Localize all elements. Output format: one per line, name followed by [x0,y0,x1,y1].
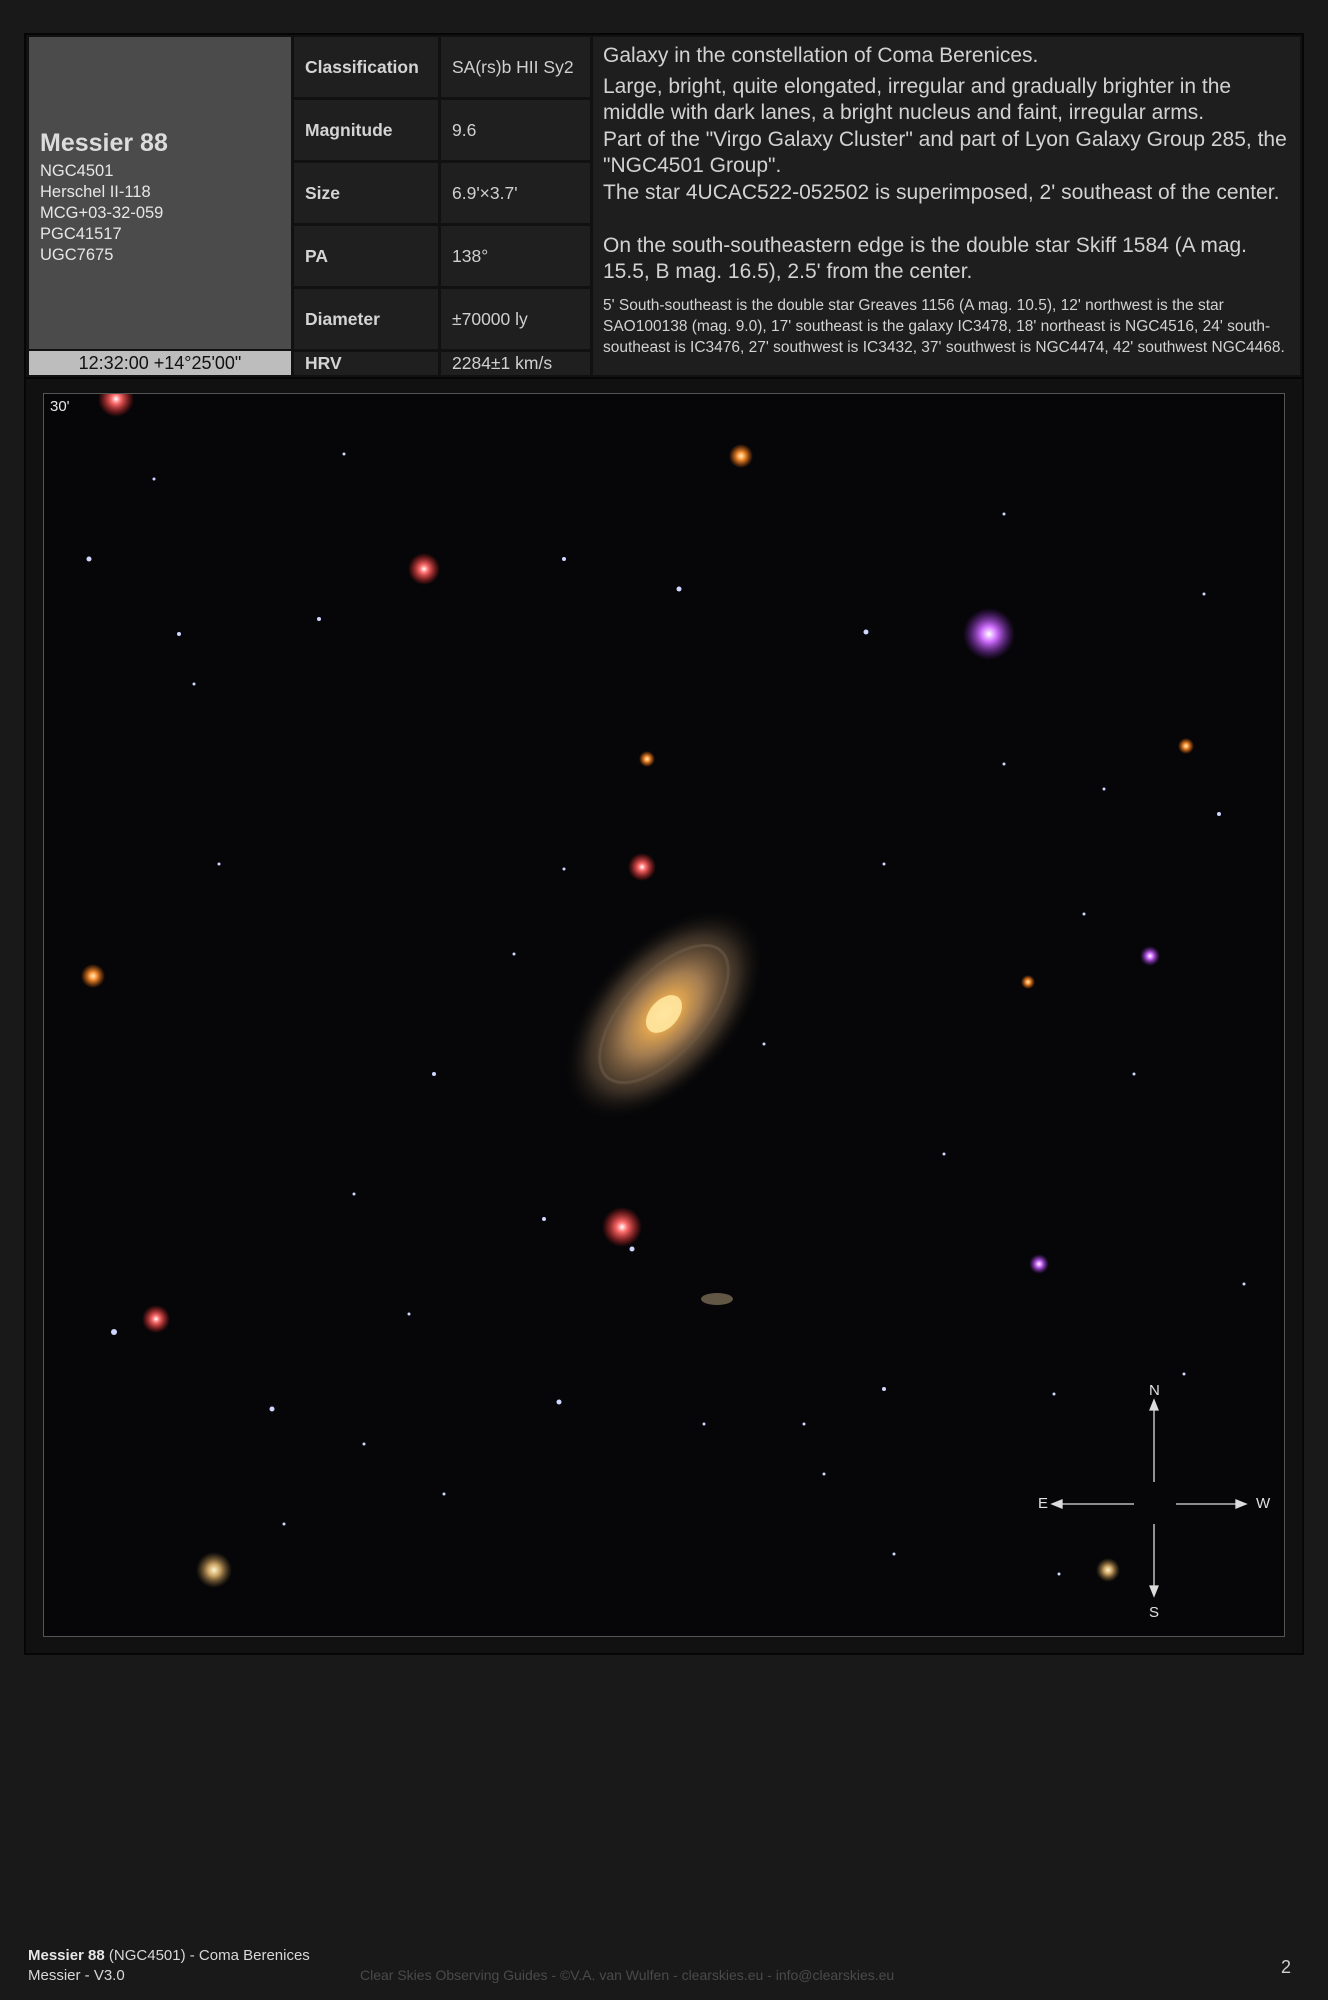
designation: Herschel II-118 [40,183,151,201]
object-name: Messier 88 [40,129,168,157]
description-line: The star 4UCAC522-052502 is superimposed… [603,181,1280,204]
page-number: 2 [1281,1957,1292,1977]
param-value: 6.9'×3.7' [441,163,590,223]
designation: PGC41517 [40,225,122,243]
galaxy-photo: 30' N S E W [43,393,1285,1637]
param-row-size: Size 6.9'×3.7' [294,163,590,223]
param-row-hrv: HRV 2284±1 km/s [294,352,590,375]
footer-series: Messier - V3.0 [28,1967,125,1984]
compass-rose [1050,1398,1248,1598]
param-label: Magnitude [294,100,438,160]
compass-east-label: E [1038,1495,1049,1512]
param-row-diameter: Diameter ±70000 ly [294,289,590,349]
footer-credit: Clear Skies Observing Guides - ©V.A. van… [360,1967,895,1983]
param-value: ±70000 ly [441,289,590,349]
star-field [81,394,1248,1598]
param-label: Diameter [294,289,438,349]
param-value: 138° [441,226,590,286]
observing-card: Messier 88 NGC4501 Herschel II-118 MCG+0… [24,33,1304,1655]
description-details: 5' South-southeast is the double star Gr… [603,297,1285,356]
footer-object-name: Messier 88 [28,1947,105,1964]
param-row-magnitude: Magnitude 9.6 [294,100,590,160]
compass-north-label: N [1149,1382,1160,1399]
designation: MCG+03-32-059 [40,204,164,222]
description-line: On the south-southeastern edge is the do… [603,234,1248,283]
coordinates: 12:32:00 +14°25'00" [29,351,291,375]
footer-object-detail: (NGC4501) - Coma Berenices [104,1947,310,1964]
description-line: Galaxy in the constellation of Coma Bere… [603,44,1039,67]
param-row-classification: Classification SA(rs)b HII Sy2 [294,37,590,97]
object-name-panel: Messier 88 NGC4501 Herschel II-118 MCG+0… [29,37,291,349]
param-value: 2284±1 km/s [441,352,590,375]
footer-title: Messier 88 (NGC4501) - Coma Berenices [28,1947,310,1964]
description-line: Part of the "Virgo Galaxy Cluster" and p… [603,128,1287,177]
param-label: Classification [294,37,438,97]
parameters-table: Classification SA(rs)b HII Sy2 Magnitude… [294,37,590,375]
compass-south-label: S [1149,1604,1160,1621]
param-value: 9.6 [441,100,590,160]
designation: NGC4501 [40,162,114,180]
compass-west-label: W [1256,1495,1271,1512]
param-value: SA(rs)b HII Sy2 [441,37,590,97]
small-galaxy [701,1293,733,1305]
description-panel: Galaxy in the constellation of Coma Bere… [593,37,1300,375]
param-label: PA [294,226,438,286]
param-row-pa: PA 138° [294,226,590,286]
fov-label: 30' [50,398,70,415]
designation: UGC7675 [40,246,114,264]
param-label: HRV [294,352,438,375]
param-label: Size [294,163,438,223]
description-line: Large, bright, quite elongated, irregula… [603,75,1232,124]
info-header: Messier 88 NGC4501 Herschel II-118 MCG+0… [26,35,1302,379]
galaxy-m88 [565,909,763,1119]
